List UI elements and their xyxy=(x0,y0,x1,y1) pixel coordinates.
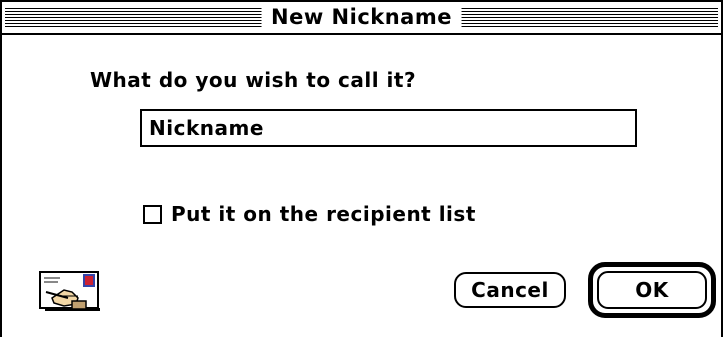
ok-button[interactable]: OK xyxy=(597,271,707,309)
recipient-list-checkbox[interactable] xyxy=(143,204,162,224)
default-button-ring: OK xyxy=(588,262,716,318)
title-bar[interactable]: New Nickname xyxy=(2,2,721,35)
dialog-title: New Nickname xyxy=(261,2,462,33)
recipient-list-checkbox-row[interactable]: Put it on the recipient list xyxy=(143,201,476,227)
cancel-button[interactable]: Cancel xyxy=(454,272,566,308)
nickname-input[interactable] xyxy=(140,109,637,147)
new-nickname-dialog: New Nickname What do you wish to call it… xyxy=(0,0,723,337)
recipient-list-checkbox-label[interactable]: Put it on the recipient list xyxy=(171,202,476,226)
nickname-prompt: What do you wish to call it? xyxy=(90,68,417,92)
envelope-pen-icon xyxy=(39,271,100,311)
